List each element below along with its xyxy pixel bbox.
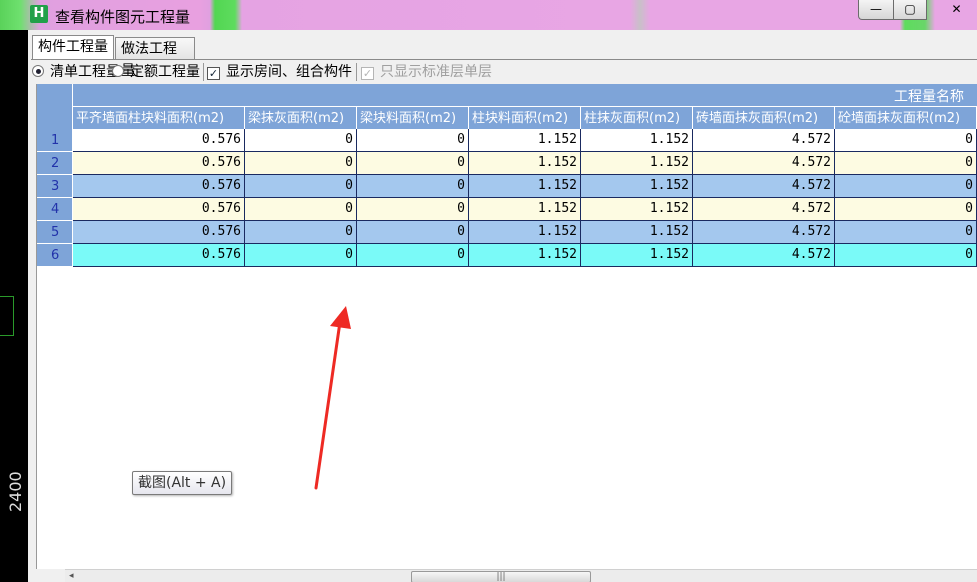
arrow-shaft bbox=[314, 320, 342, 490]
red-arrow-annotation bbox=[314, 306, 351, 490]
arrow-head bbox=[330, 306, 351, 329]
